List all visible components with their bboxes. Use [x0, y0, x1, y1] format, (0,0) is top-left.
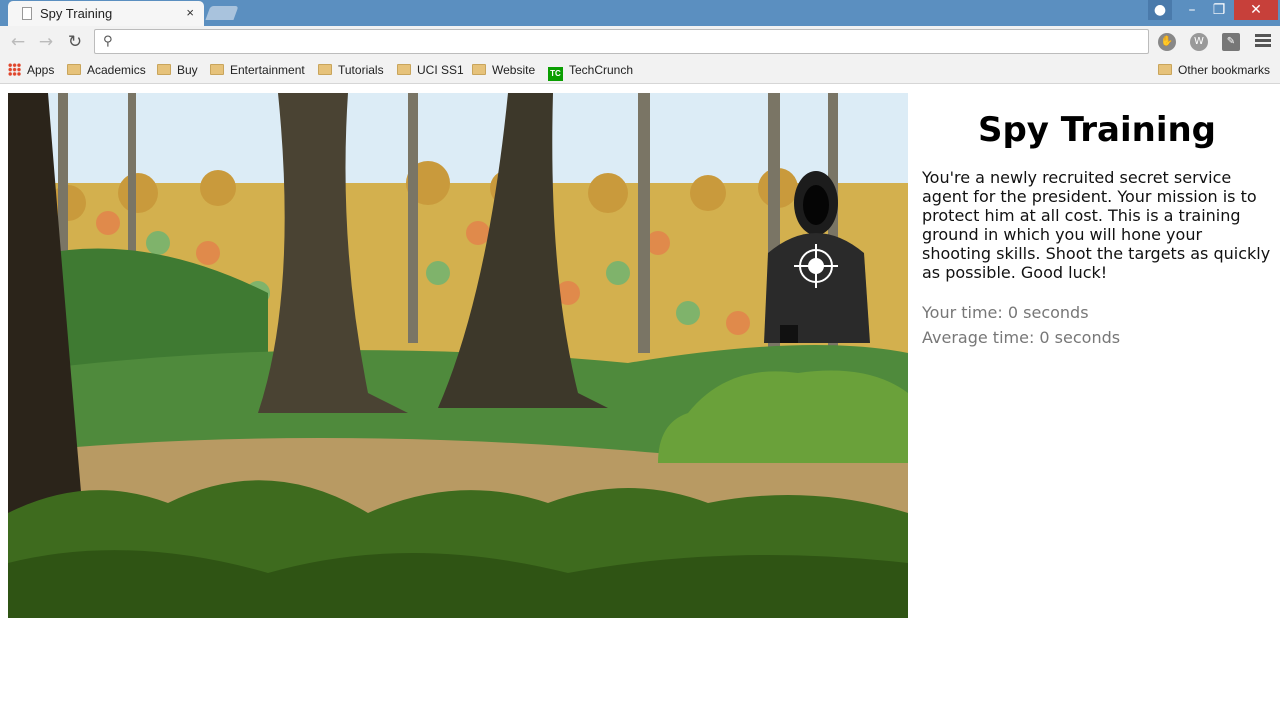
user-icon[interactable]: ● — [1148, 0, 1172, 20]
techcrunch-icon: TC — [548, 67, 563, 81]
forest-scene — [8, 93, 908, 618]
other-bookmarks[interactable]: Other bookmarks — [1158, 63, 1270, 77]
toolbar: ← → ↻ ⚲ ✋ W ✎ — [0, 26, 1280, 58]
extension-w-icon[interactable]: W — [1190, 33, 1208, 51]
folder-icon — [472, 64, 486, 75]
tab-close-button[interactable]: × — [186, 5, 194, 20]
page-icon — [22, 7, 32, 20]
bookmark-label: UCI SS1 — [417, 63, 464, 77]
address-bar[interactable]: ⚲ — [94, 29, 1149, 54]
folder-icon — [397, 64, 411, 75]
tab-title: Spy Training — [40, 6, 113, 21]
folder-icon — [1158, 64, 1172, 75]
bookmark-apps[interactable]: Apps — [8, 63, 54, 77]
bookmark-label: Tutorials — [338, 63, 384, 77]
folder-icon — [318, 64, 332, 75]
bookmark-website[interactable]: Website — [472, 63, 535, 77]
bookmark-techcrunch[interactable]: TC TechCrunch — [548, 63, 633, 81]
info-panel: Spy Training You're a newly recruited se… — [922, 110, 1272, 350]
bookmark-label: Academics — [87, 63, 146, 77]
bookmark-academics[interactable]: Academics — [67, 63, 146, 77]
forward-button[interactable]: → — [36, 32, 56, 52]
bookmark-entertainment[interactable]: Entertainment — [210, 63, 305, 77]
bookmark-buy[interactable]: Buy — [157, 63, 198, 77]
game-area[interactable] — [8, 93, 908, 618]
restore-button[interactable]: ❐ — [1206, 0, 1232, 20]
bookmark-label: Entertainment — [230, 63, 305, 77]
bookmark-tutorials[interactable]: Tutorials — [318, 63, 384, 77]
extension-hand-icon[interactable]: ✋ — [1158, 33, 1176, 51]
average-time: Average time: 0 seconds — [922, 328, 1121, 347]
bookmark-label: Website — [492, 63, 536, 77]
title-bar: Spy Training × ● – ❐ ✕ — [0, 0, 1280, 26]
mission-description: You're a newly recruited secret service … — [922, 168, 1271, 282]
minimize-button[interactable]: – — [1180, 0, 1204, 20]
menu-icon[interactable] — [1255, 34, 1271, 49]
bookmark-label: TechCrunch — [569, 63, 634, 77]
apps-icon — [8, 63, 21, 76]
folder-icon — [67, 64, 81, 75]
folder-icon — [210, 64, 224, 75]
folder-icon — [157, 64, 171, 75]
new-tab-button[interactable] — [205, 6, 239, 20]
your-time: Your time: 0 seconds — [922, 303, 1089, 322]
page-title: Spy Training — [977, 110, 1217, 150]
url-input[interactable] — [123, 33, 1123, 51]
bookmark-label: Apps — [27, 63, 55, 77]
back-button[interactable]: ← — [8, 32, 28, 52]
other-bookmarks-label: Other bookmarks — [1178, 63, 1271, 77]
browser-tab[interactable]: Spy Training × — [8, 1, 204, 26]
bookmark-uci-ss1[interactable]: UCI SS1 — [397, 63, 464, 77]
window-close-button[interactable]: ✕ — [1234, 0, 1278, 20]
search-icon: ⚲ — [103, 34, 113, 49]
bookmarks-bar: Apps Academics Buy Entertainment Tutoria… — [0, 58, 1280, 84]
eyedropper-icon[interactable]: ✎ — [1222, 33, 1240, 51]
bookmark-label: Buy — [177, 63, 198, 77]
reload-button[interactable]: ↻ — [65, 32, 85, 52]
